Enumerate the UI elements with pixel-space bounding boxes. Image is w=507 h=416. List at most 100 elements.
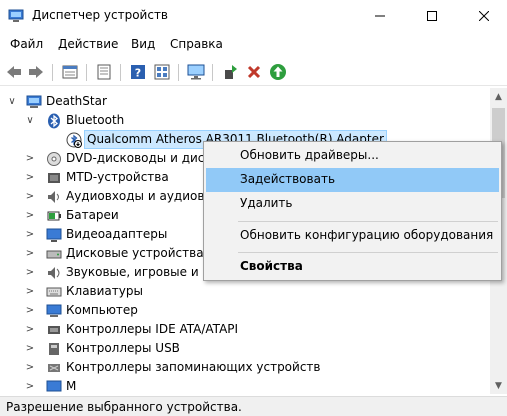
expand-chevron-icon[interactable]: > [24, 361, 36, 373]
expand-chevron-icon[interactable]: > [24, 342, 36, 354]
device-manager-window: Диспетчер устройств Файл Действие Вид Сп… [0, 0, 507, 416]
tree-label: Аудиовходы и аудиовых [66, 189, 222, 203]
ctx-separator [238, 221, 498, 222]
ctx-label: Задействовать [240, 172, 336, 186]
close-button[interactable] [461, 0, 507, 32]
tree-label: Клавиатуры [66, 284, 143, 298]
expand-chevron-icon[interactable]: > [24, 152, 36, 164]
ctx-uninstall[interactable]: Удалить [206, 192, 499, 216]
view-icon[interactable] [152, 62, 172, 82]
properties-icon[interactable] [60, 62, 80, 82]
toolbar-separator [120, 64, 121, 81]
tree-label: Контроллеры USB [66, 341, 180, 355]
expand-chevron-icon[interactable]: > [24, 304, 36, 316]
mtd-device-icon [46, 170, 62, 186]
expand-chevron-icon[interactable]: > [24, 190, 36, 202]
menu-help[interactable]: Справка [170, 37, 223, 51]
collapse-chevron-icon[interactable]: ∨ [6, 95, 18, 107]
update-driver-icon[interactable] [220, 62, 240, 82]
ctx-label: Обновить драйверы... [240, 148, 379, 162]
tree-label: Звуковые, игровые и в [66, 265, 210, 279]
expand-chevron-icon[interactable]: > [24, 209, 36, 221]
display-adapter-icon [46, 227, 62, 243]
menu-file[interactable]: Файл [10, 37, 43, 51]
expand-chevron-icon[interactable]: > [24, 380, 36, 392]
computer-icon [26, 94, 42, 110]
expand-chevron-icon[interactable]: > [24, 266, 36, 278]
scroll-up-arrow-icon[interactable]: ▲ [490, 88, 507, 105]
tree-label: М [66, 379, 77, 393]
uninstall-x-icon[interactable] [244, 62, 264, 82]
speaker-icon [46, 189, 62, 205]
toolbar: ? [0, 60, 507, 86]
expand-chevron-icon[interactable]: > [24, 285, 36, 297]
ide-controller-icon [46, 322, 62, 338]
tree-label: DeathStar [46, 94, 107, 108]
toolbar-separator [178, 64, 179, 81]
tree-row-usb-controllers[interactable]: > Контроллеры USB [0, 339, 490, 358]
tree-label: Компьютер [66, 303, 138, 317]
ctx-scan-hardware[interactable]: Обновить конфигурацию оборудования [206, 224, 499, 248]
expand-chevron-icon[interactable]: > [24, 323, 36, 335]
ctx-label: Удалить [240, 196, 293, 210]
menu-action[interactable]: Действие [58, 37, 118, 51]
expand-chevron-icon[interactable]: > [24, 171, 36, 183]
menu-bar: Файл Действие Вид Справка [0, 35, 507, 55]
toolbar-separator [52, 64, 53, 81]
title-bar: Диспетчер устройств [0, 0, 507, 32]
sound-device-icon [46, 265, 62, 281]
help-icon[interactable]: ? [128, 62, 148, 82]
bluetooth-icon [46, 113, 62, 129]
keyboard-icon [46, 284, 62, 300]
ctx-properties[interactable]: Свойства [206, 255, 499, 279]
ctx-separator [238, 252, 498, 253]
window-title: Диспетчер устройств [32, 8, 169, 22]
battery-icon [46, 208, 62, 224]
menu-view[interactable]: Вид [131, 37, 155, 51]
monitor-icon[interactable] [186, 62, 206, 82]
tree-label: Контроллеры IDE ATA/ATAPI [66, 322, 239, 336]
disk-drive-icon [46, 246, 62, 262]
tree-row-monitors[interactable]: > М [0, 377, 490, 394]
tree-row-computer[interactable]: > Компьютер [0, 301, 490, 320]
tree-label: Дисковые устройства [66, 246, 204, 260]
tree-label: Батареи [66, 208, 119, 222]
ctx-label: Свойства [240, 259, 303, 273]
monitor-icon [46, 379, 62, 394]
storage-controller-icon [46, 360, 62, 376]
ctx-label: Обновить конфигурацию оборудования [240, 228, 494, 242]
tree-row-root[interactable]: ∨ DeathStar [0, 92, 490, 111]
tree-label: Bluetooth [66, 113, 125, 127]
usb-icon [46, 341, 62, 357]
svg-text:?: ? [135, 67, 141, 80]
back-arrow-icon[interactable] [4, 62, 24, 82]
device-manager-app-icon [8, 8, 24, 24]
tree-row-storage-controllers[interactable]: > Контроллеры запоминающих устройств [0, 358, 490, 377]
context-menu: Обновить драйверы... Задействовать Удали… [203, 141, 502, 281]
bluetooth-disabled-device-icon [66, 132, 82, 148]
tree-label: Видеоадаптеры [66, 227, 168, 241]
toolbar-separator [86, 64, 87, 81]
dvd-drive-icon [46, 151, 62, 167]
status-bar: Разрешение выбранного устройства. [0, 396, 507, 416]
tree-row-ide-controllers[interactable]: > Контроллеры IDE ATA/ATAPI [0, 320, 490, 339]
expand-chevron-icon[interactable]: > [24, 247, 36, 259]
tree-row-bluetooth[interactable]: ∨ Bluetooth [0, 111, 490, 130]
tree-label: Контроллеры запоминающих устройств [66, 360, 321, 374]
expand-chevron-icon[interactable]: > [24, 228, 36, 240]
document-icon[interactable] [94, 62, 114, 82]
toolbar-separator [212, 64, 213, 81]
tree-label: MTD-устройства [66, 170, 169, 184]
tree-label: DVD-дисководы и диск [66, 151, 212, 165]
computer-icon [46, 303, 62, 319]
forward-arrow-icon[interactable] [26, 62, 46, 82]
minimize-button[interactable] [357, 0, 403, 32]
enable-green-arrow-icon[interactable] [268, 62, 288, 82]
ctx-update-drivers[interactable]: Обновить драйверы... [206, 144, 499, 168]
tree-row-keyboards[interactable]: > Клавиатуры [0, 282, 490, 301]
status-text: Разрешение выбранного устройства. [6, 400, 242, 414]
collapse-chevron-icon[interactable]: ∨ [24, 114, 36, 126]
maximize-button[interactable] [409, 0, 455, 32]
scroll-down-arrow-icon[interactable]: ▼ [490, 377, 507, 394]
ctx-enable[interactable]: Задействовать [206, 168, 499, 192]
